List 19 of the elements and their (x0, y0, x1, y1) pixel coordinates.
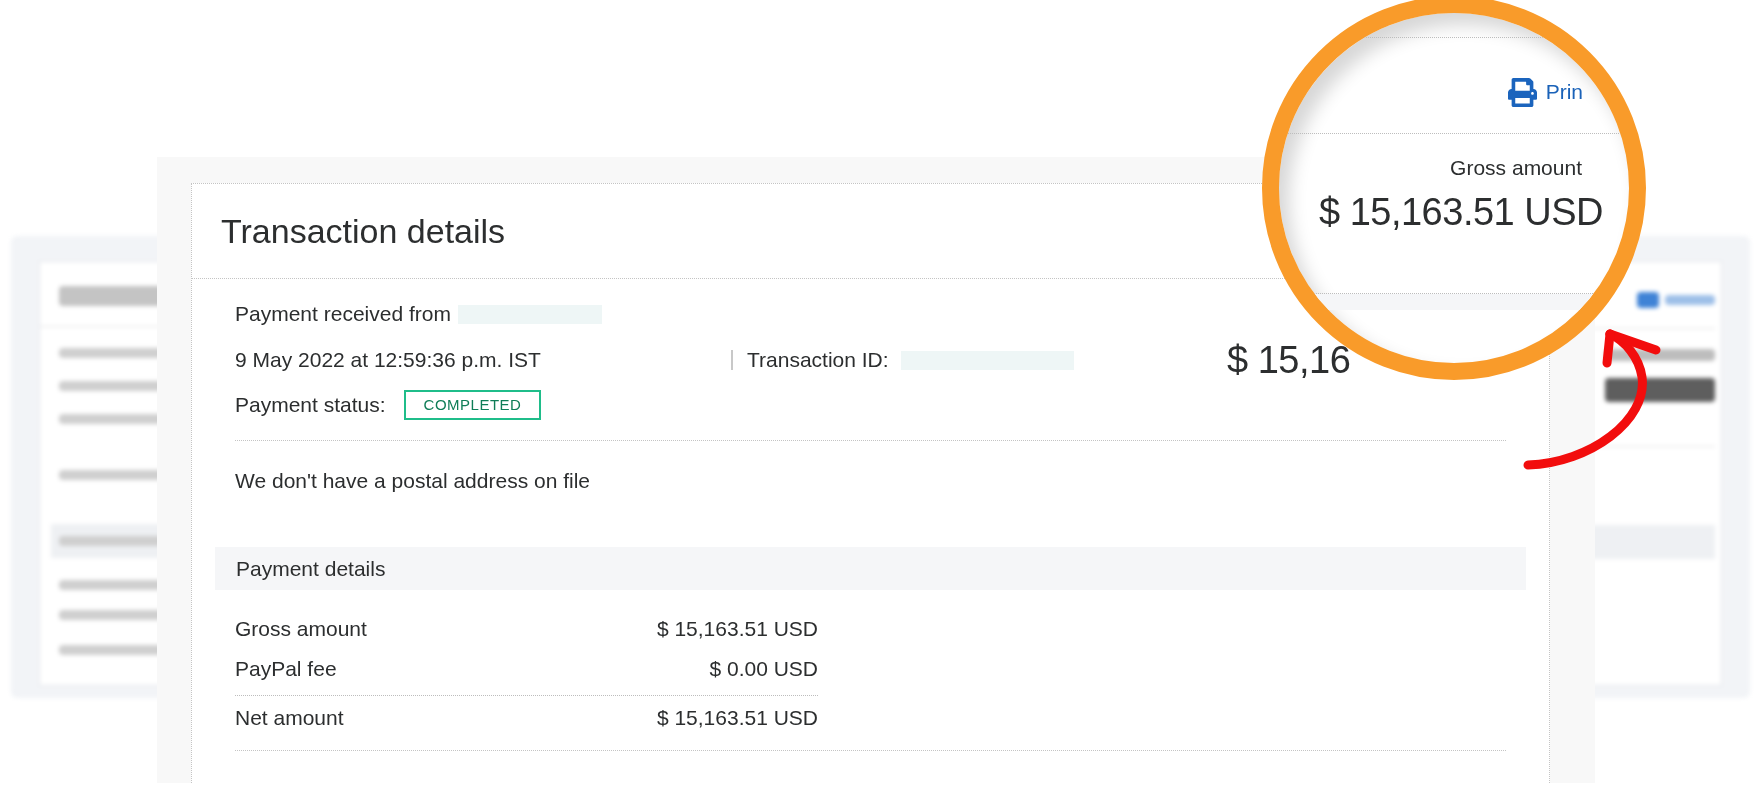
status-badge: COMPLETED (403, 390, 542, 420)
received-from-label: Payment received from (235, 301, 451, 327)
printer-icon (1507, 77, 1537, 107)
page-title: Transaction details (221, 211, 506, 251)
transaction-id-label: Transaction ID: (747, 347, 889, 373)
address-note: We don't have a postal address on file (235, 468, 591, 494)
detail-label: Gross amount (235, 616, 367, 642)
status-label: Payment status: (235, 392, 386, 418)
magnified-amount: $ 15,163.51 USD (1318, 190, 1603, 234)
detail-label: Net amount (235, 705, 344, 731)
amount-label: Gross amount (1450, 156, 1582, 180)
detail-label: PayPal fee (235, 656, 337, 682)
print-link[interactable]: Prin (1507, 77, 1583, 107)
detail-value: $ 15,163.51 USD (656, 705, 818, 731)
section-header: Payment details (215, 547, 1526, 590)
detail-value: $ 15,163.51 USD (656, 616, 818, 642)
detail-value: $ 0.00 USD (709, 656, 818, 682)
transaction-date: 9 May 2022 at 12:59:36 p.m. IST (235, 347, 542, 373)
amount-text: $ 15,16 (1227, 340, 1351, 380)
